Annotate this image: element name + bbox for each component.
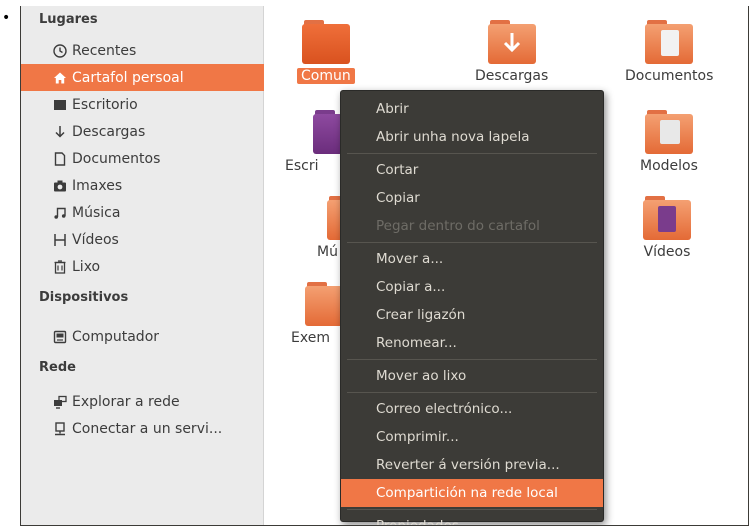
menu-separator: [347, 509, 597, 510]
folder-comun[interactable]: Comun: [297, 20, 355, 84]
context-menu: Abrir Abrir unha nova lapela Cortar Copi…: [340, 90, 604, 525]
folder-label: Vídeos: [643, 244, 691, 260]
bullet-marker: •: [2, 10, 11, 26]
sidebar-item-imaxes[interactable]: Imaxes: [34, 172, 264, 199]
desktop-icon: [52, 97, 68, 113]
sidebar-item-label: Descargas: [72, 123, 146, 140]
film-icon: [52, 232, 68, 248]
sidebar-item-label: Conectar a un servi...: [72, 420, 223, 437]
folder-icon: [301, 20, 350, 64]
sidebar-item-label: Vídeos: [72, 231, 119, 248]
sidebar-item-label: Recentes: [72, 42, 137, 59]
section-title-places: Lugares: [39, 12, 98, 27]
folder-label: Mú: [317, 244, 338, 260]
sidebar-item-computador[interactable]: Computador: [34, 323, 264, 350]
server-icon: [52, 421, 68, 437]
clock-icon: [52, 43, 68, 59]
documents-folder-icon: [645, 20, 694, 64]
folder-label: Escri: [285, 158, 319, 174]
folder-label: Descargas: [475, 68, 549, 84]
menu-item-mover-ao-lixo[interactable]: Mover ao lixo: [341, 362, 603, 390]
menu-separator: [347, 392, 597, 393]
menu-item-copiar[interactable]: Copiar: [341, 184, 603, 212]
menu-item-abrir[interactable]: Abrir: [341, 95, 603, 123]
trash-icon: [52, 259, 68, 275]
menu-item-comparticion-rede-local[interactable]: Compartición na rede local: [341, 479, 603, 507]
videos-folder-icon: [643, 196, 691, 240]
sidebar-item-explorar-a-rede[interactable]: Explorar a rede: [34, 388, 264, 415]
sidebar-item-label: Escritorio: [72, 96, 138, 113]
menu-item-pegar-dentro: Pegar dentro do cartafol: [376, 218, 540, 234]
sidebar-item-videos[interactable]: Vídeos: [34, 226, 264, 253]
sidebar-item-label: Cartafol persoal: [72, 69, 184, 86]
sidebar-item-escritorio[interactable]: Escritorio: [34, 91, 264, 118]
sidebar-item-descargas[interactable]: Descargas: [34, 118, 264, 145]
templates-folder-icon: [644, 110, 693, 154]
sidebar: Lugares Recentes Cartafol persoal Escrit…: [21, 6, 264, 525]
menu-item-abrir-nova-lapela[interactable]: Abrir unha nova lapela: [341, 123, 603, 151]
sidebar-item-lixo[interactable]: Lixo: [34, 253, 264, 280]
menu-separator: [347, 359, 597, 360]
network-icon: [52, 394, 68, 410]
sidebar-item-cartafol-persoal[interactable]: Cartafol persoal: [21, 64, 264, 91]
menu-item-cortar[interactable]: Cortar: [341, 156, 603, 184]
folder-label: Comun: [297, 68, 355, 84]
sidebar-item-documentos[interactable]: Documentos: [34, 145, 264, 172]
section-title-network: Rede: [39, 360, 76, 375]
home-icon: [52, 70, 68, 86]
sidebar-item-conectar-servidor[interactable]: Conectar a un servi...: [34, 415, 264, 442]
folder-documentos[interactable]: Documentos: [625, 20, 714, 84]
menu-item-comprimir[interactable]: Comprimir...: [341, 423, 603, 451]
sidebar-item-label: Explorar a rede: [72, 393, 180, 410]
document-icon: [52, 151, 68, 167]
menu-item-reverter-version[interactable]: Reverter á versión previa...: [341, 451, 603, 479]
sidebar-item-label: Documentos: [72, 150, 161, 167]
menu-item-renomear[interactable]: Renomear...: [341, 329, 603, 357]
download-icon: [52, 124, 68, 140]
file-manager-window: Lugares Recentes Cartafol persoal Escrit…: [20, 6, 749, 526]
sidebar-item-label: Lixo: [72, 258, 101, 275]
folder-descargas[interactable]: Descargas: [475, 20, 549, 84]
download-folder-icon: [487, 20, 536, 64]
camera-icon: [52, 178, 68, 194]
music-icon: [52, 205, 68, 221]
menu-item-crear-ligazon[interactable]: Crear ligazón: [341, 301, 603, 329]
sidebar-item-recentes[interactable]: Recentes: [34, 37, 264, 64]
folder-videos[interactable]: Vídeos: [643, 196, 691, 260]
section-title-devices: Dispositivos: [39, 290, 129, 305]
sidebar-item-label: Computador: [72, 328, 160, 345]
menu-item-copiar-a[interactable]: Copiar a...: [341, 273, 603, 301]
computer-icon: [52, 329, 68, 345]
menu-item-mover-a[interactable]: Mover a...: [341, 245, 603, 273]
folder-modelos[interactable]: Modelos: [640, 110, 698, 174]
sidebar-item-label: Música: [72, 204, 121, 221]
menu-item-correo-electronico[interactable]: Correo electrónico...: [341, 395, 603, 423]
folder-label: Exem: [291, 330, 330, 346]
menu-item-propiedades[interactable]: Propiedades: [341, 512, 603, 525]
sidebar-item-label: Imaxes: [72, 177, 123, 194]
menu-separator: [347, 153, 597, 154]
folder-label: Documentos: [625, 68, 714, 84]
sidebar-item-musica[interactable]: Música: [34, 199, 264, 226]
folder-label: Modelos: [640, 158, 698, 174]
menu-separator: [347, 242, 597, 243]
